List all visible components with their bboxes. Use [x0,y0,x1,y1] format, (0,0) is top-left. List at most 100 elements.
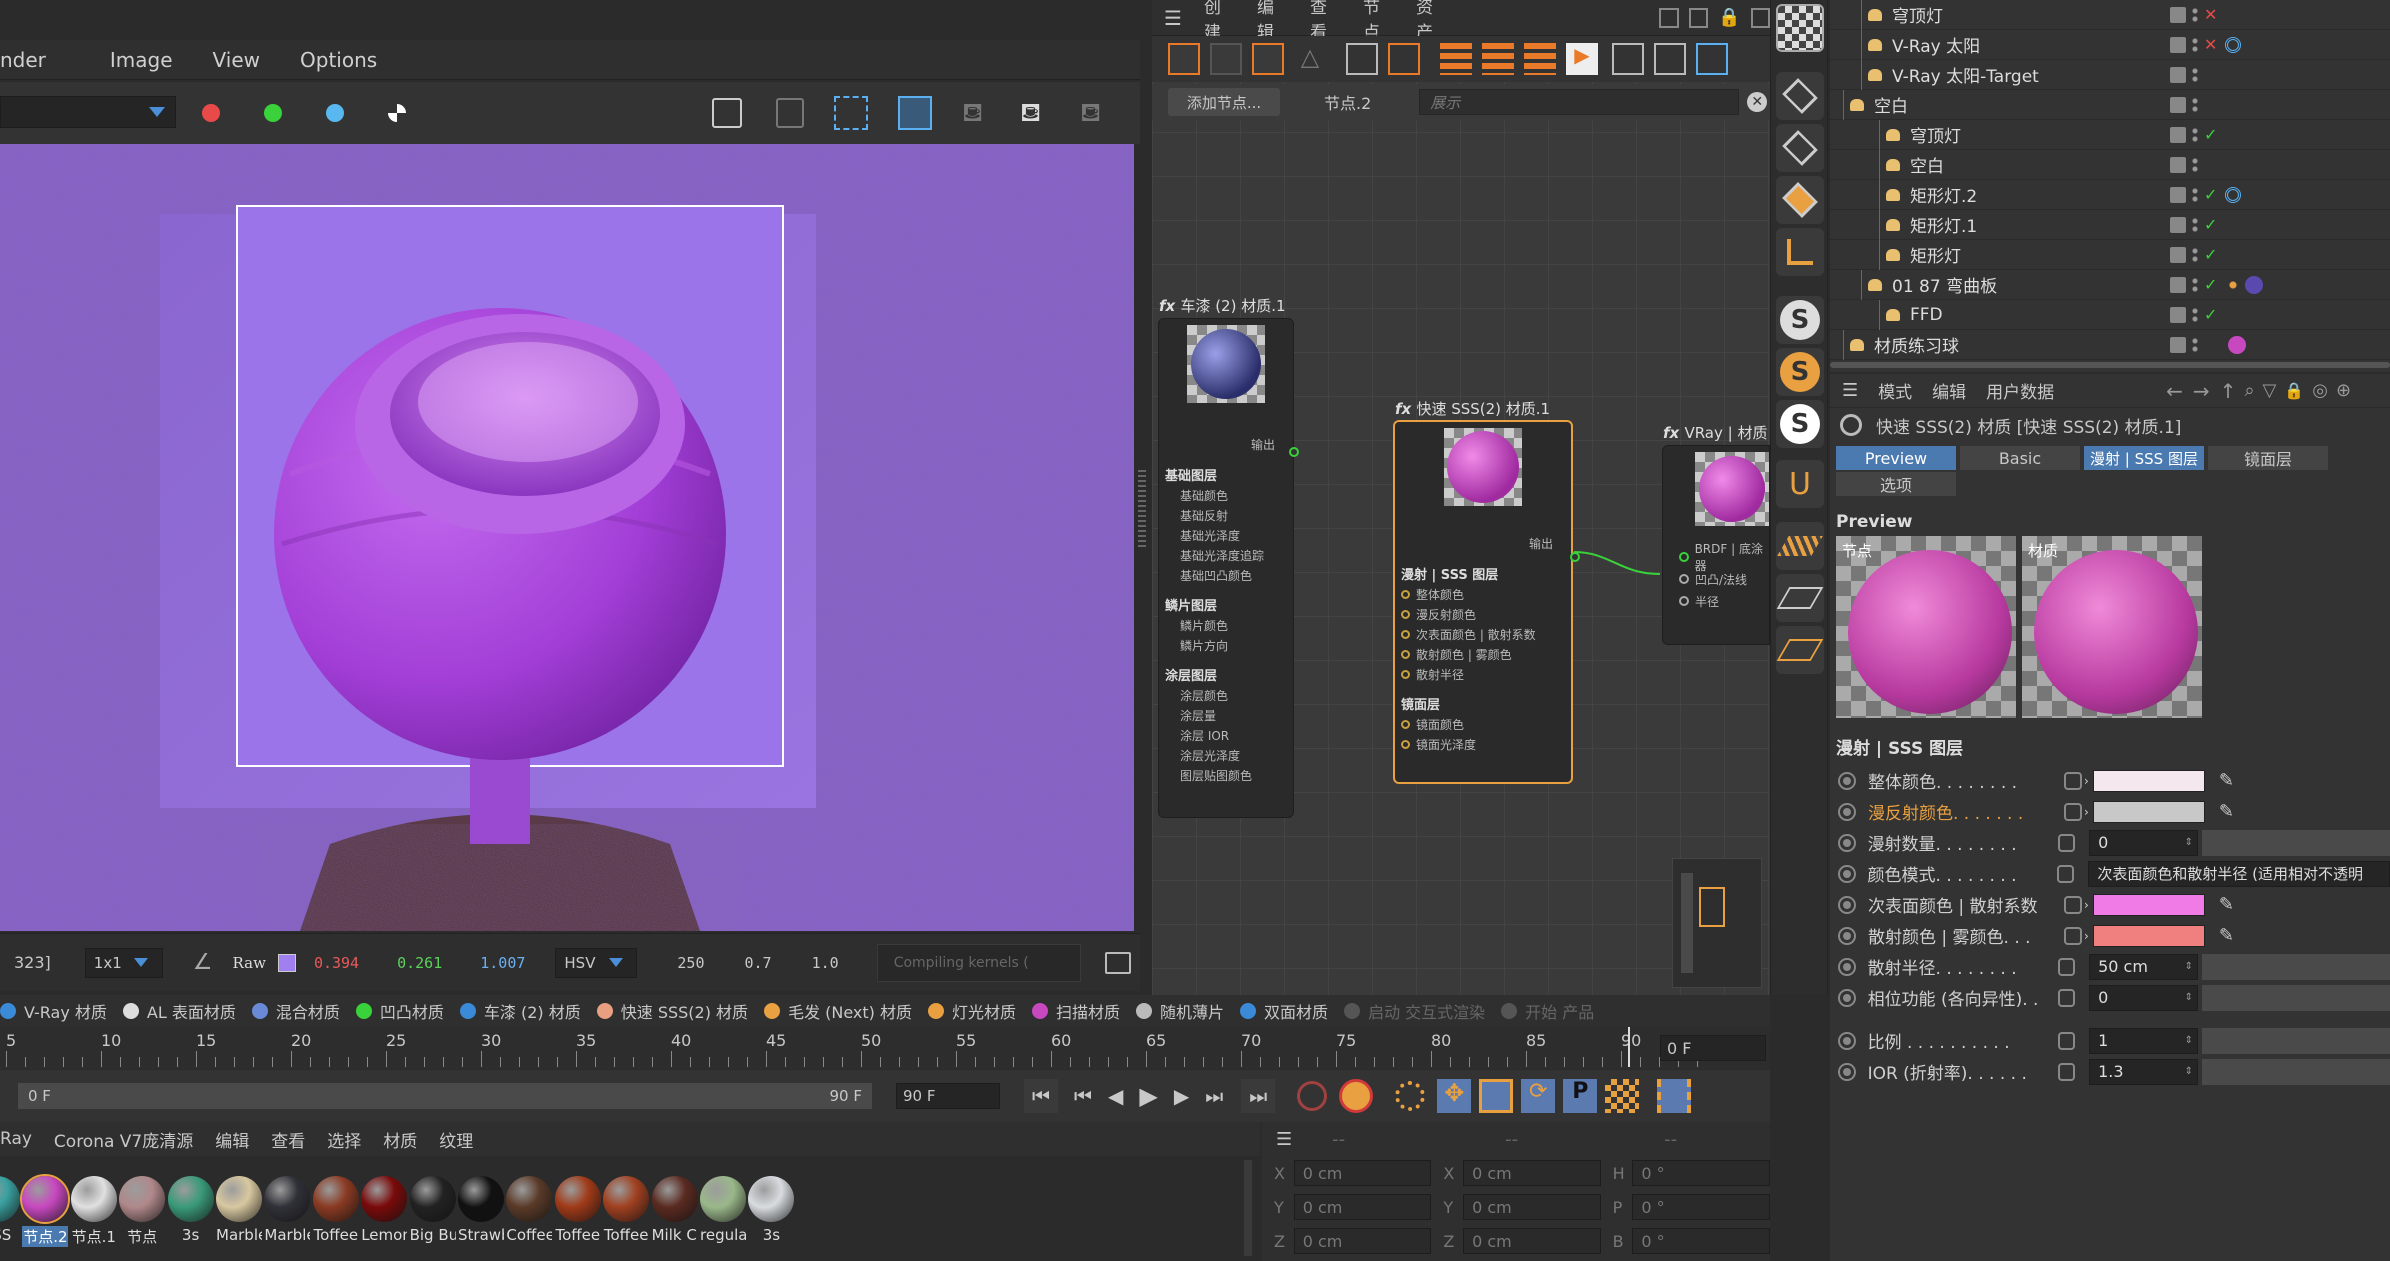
material-menu-item[interactable]: 查看 [271,1127,305,1152]
input-port-row[interactable]: 图层贴图颜色 [1165,765,1293,785]
hamburger-icon[interactable]: ☰ [1164,6,1182,30]
visibility-dots[interactable] [2192,126,2198,143]
override-checkbox[interactable] [2056,864,2075,883]
input-port-row[interactable]: 鳞片方向 [1165,635,1293,655]
input-port[interactable] [1401,609,1410,619]
input-port[interactable] [1165,770,1174,780]
frame-range-slider[interactable]: 0 F 90 F [18,1083,872,1109]
back-arrow-icon[interactable]: ← [2166,379,2183,403]
input-port-row[interactable]: 鳞片颜色 [1165,615,1293,635]
layer-icon[interactable] [2170,126,2186,143]
override-checkbox[interactable] [2057,957,2076,976]
film-icon[interactable] [1657,1079,1692,1113]
panel-layout-icon-2[interactable] [1688,7,1709,28]
animate-radio-icon[interactable] [1838,988,1856,1007]
lock-icon[interactable]: 🔒 [1718,7,1740,28]
material-menu-item[interactable]: Corona V7庞清源 [54,1127,193,1152]
expand-arrow-icon[interactable]: › [2084,805,2089,819]
save-image-icon[interactable] [712,98,742,128]
alpha-channel-button[interactable] [388,104,406,122]
input-port[interactable] [1401,719,1410,729]
animate-radio-icon[interactable] [1838,957,1856,976]
input-port-row[interactable]: 镜面颜色 [1401,714,1571,734]
hamburger-icon[interactable]: ☰ [1842,380,1858,401]
material-swatch[interactable]: Toffee [312,1164,359,1244]
teapot-render-icon[interactable]: ⛾ [1020,98,1056,128]
object-row[interactable]: 矩形灯 ✓ [1830,239,2390,270]
input-port[interactable] [1165,510,1174,520]
move-icon[interactable]: ✥ [1437,1079,1472,1113]
prev-key-icon[interactable]: ⏮ [1074,1084,1092,1108]
target-tag-icon[interactable] [2225,36,2242,53]
material-swatch[interactable]: SSS [0,1164,20,1244]
input-port-row[interactable]: 散射颜色 | 雾颜色 [1401,644,1571,664]
input-port[interactable] [1679,596,1689,606]
stepper-icon[interactable]: ⇕ [2185,961,2193,972]
animate-radio-icon[interactable] [1838,864,1856,883]
coord-input[interactable]: 0 ° [1632,1194,1770,1220]
material-swatch[interactable]: Marble [264,1164,311,1244]
material-type-button[interactable]: 凹凸材质 [355,999,444,1023]
input-port[interactable] [1165,490,1174,500]
input-port-row[interactable]: 基础凹凸颜色 [1165,565,1293,585]
material-swatch[interactable]: Toffee [554,1164,601,1244]
sample-dropdown[interactable]: 1x1 [84,947,163,978]
magnet-icon[interactable]: U [1776,460,1824,508]
layer-icon[interactable] [2170,246,2186,263]
input-port-row[interactable]: 基础光泽度追踪 [1165,545,1293,565]
layer-icon[interactable] [2170,6,2186,23]
material-swatch[interactable]: Toffee [603,1164,650,1244]
up-arrow-icon[interactable]: ↑ [2220,379,2237,403]
visibility-dots[interactable] [2192,276,2198,293]
override-checkbox[interactable] [2064,771,2082,790]
number-input[interactable]: 1 ⇕ [2089,1027,2198,1054]
new-panel-icon[interactable] [1750,7,1771,28]
coord-input[interactable]: 0 ° [1632,1228,1770,1254]
eyedropper-icon[interactable]: ✎ [2219,894,2234,915]
stepper-icon[interactable]: ⇕ [2185,837,2193,848]
object-row[interactable]: 材质练习球 [1830,329,2390,360]
layer-icon[interactable] [2170,336,2186,353]
value-slider[interactable] [2201,829,2390,856]
search-icon[interactable]: ⌕ [2244,380,2254,401]
target-tag-icon[interactable] [2225,186,2242,203]
menu-view[interactable]: View [213,48,260,72]
grid-lock-icon[interactable] [1776,574,1824,622]
channel-dropdown[interactable] [0,96,176,128]
object-row[interactable]: 矩形灯.1 ✓ [1830,209,2390,240]
visibility-dots[interactable] [2192,246,2198,263]
param-icon[interactable]: P [1563,1079,1598,1113]
layout-c-icon[interactable] [1524,43,1556,75]
animate-radio-icon[interactable] [1838,833,1856,852]
panel-layout-icon[interactable] [1659,7,1679,28]
material-swatch[interactable]: Lemon j [361,1164,408,1244]
layer-icon[interactable] [2170,216,2186,233]
input-port-row[interactable]: 次表面颜色 | 散射系数 [1401,624,1571,644]
enabled-icon[interactable]: ✓ [2204,185,2217,204]
no-record-icon[interactable] [1297,1081,1328,1111]
eyedropper-icon[interactable]: ✎ [2219,770,2234,791]
coord-input[interactable]: 0 ° [1632,1160,1770,1186]
override-checkbox[interactable] [2057,1031,2076,1050]
override-checkbox[interactable] [2064,802,2082,821]
number-input[interactable]: 0 ⇕ [2089,829,2198,856]
visibility-dots[interactable] [2192,216,2198,233]
warning-tool-icon[interactable]: △ [1294,43,1326,75]
color-swatch[interactable] [2092,893,2205,916]
coord-input[interactable]: 0 cm [1293,1160,1432,1186]
play-icon[interactable]: ▶ [1139,1082,1157,1110]
object-row[interactable]: FFD ✓ [1830,299,2390,330]
cube-outline-icon[interactable] [1776,124,1824,172]
material-tag-icon[interactable] [2228,335,2246,354]
object-row[interactable]: 空白 [1830,149,2390,180]
add-node-tool-icon[interactable] [1168,43,1200,75]
input-port[interactable] [1679,574,1689,584]
object-row[interactable]: 穹顶灯 ✓ [1830,119,2390,150]
value-slider[interactable] [2201,1027,2390,1054]
layer-icon[interactable] [2170,306,2186,323]
input-port[interactable] [1401,669,1410,679]
visibility-dots[interactable] [2192,66,2198,83]
node-search-input[interactable]: 展示 [1419,89,1740,115]
checker-icon[interactable] [1776,4,1824,52]
port-section-header[interactable]: 漫射 | SSS 图层 [1401,564,1571,584]
